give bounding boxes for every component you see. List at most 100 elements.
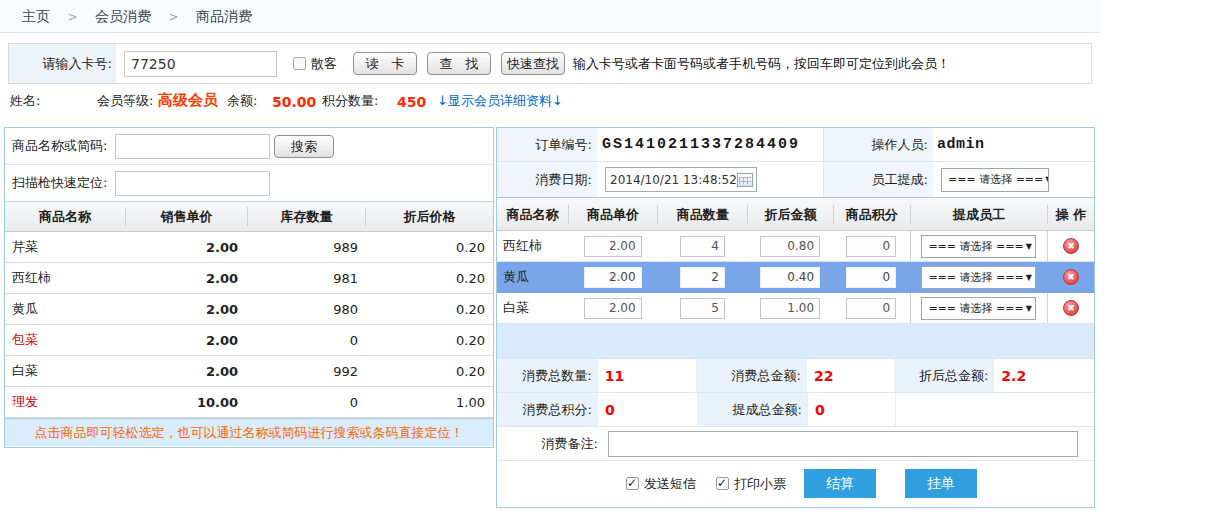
product-price: 2.00 (125, 333, 247, 348)
order-no-value: GS1410211337284409 (597, 136, 800, 153)
product-name: 理发 (5, 393, 125, 411)
product-table-header: 商品名称 销售单价 库存数量 折后价格 (5, 201, 493, 232)
item-amount-input[interactable] (760, 267, 820, 288)
col-amount: 折后金额 (747, 205, 833, 224)
total-amount-label: 消费总金额: (696, 359, 806, 392)
delete-item-icon[interactable]: ✖ (1063, 269, 1079, 285)
card-number-label: 请输入卡号: (9, 44, 116, 83)
member-level-value: 高级会员 (158, 91, 218, 110)
item-price-input[interactable] (584, 267, 642, 288)
order-panel: 订单编号: GS1410211337284409 操作人员: admin 消费日… (496, 127, 1095, 508)
product-name: 西红柿 (5, 269, 125, 287)
find-button[interactable]: 查 找 (427, 52, 491, 75)
product-name: 白菜 (5, 362, 125, 380)
product-row[interactable]: 理发 10.00 0 1.00 (5, 387, 493, 418)
col-action: 操 作 (1047, 205, 1094, 224)
scan-locate-input[interactable] (115, 171, 270, 196)
delete-item-icon[interactable]: ✖ (1063, 238, 1079, 254)
product-stock: 980 (247, 302, 365, 317)
item-name: 白菜 (497, 299, 568, 317)
product-discount-price: 0.20 (365, 333, 493, 348)
read-card-button[interactable]: 读 卡 (353, 52, 417, 75)
col-sale-price: 销售单价 (125, 207, 247, 226)
item-points-input[interactable] (846, 298, 896, 319)
product-list-panel: 商品名称或简码: 搜索 扫描枪快速定位: 商品名称 销售单价 库存数量 折后价格… (4, 127, 494, 448)
quick-find-button[interactable]: 快速查找 (501, 52, 565, 75)
card-search-box: 请输入卡号: 散客 读 卡 查 找 快速查找 输入卡号或者卡面号码或者手机号码，… (8, 43, 1092, 84)
total-commission-value: 0 (807, 393, 895, 426)
sms-checkbox[interactable] (626, 477, 639, 490)
product-stock: 0 (247, 395, 365, 410)
sms-label: 发送短信 (644, 475, 696, 493)
order-item-row[interactable]: 西红柿 === 请选择 ===▼ ✖ (497, 231, 1094, 262)
breadcrumb-product-consume[interactable]: 商品消费 (196, 8, 252, 24)
product-row[interactable]: 包菜 2.00 0 0.20 (5, 325, 493, 356)
item-staff-select[interactable]: === 请选择 ===▼ (921, 266, 1036, 289)
checkout-button[interactable]: 结算 (804, 469, 876, 498)
consume-date-label: 消费日期: (497, 162, 597, 197)
total-points-value: 0 (597, 393, 697, 426)
commission-label: 员工提成: (823, 162, 933, 197)
item-points-input[interactable] (846, 267, 896, 288)
breadcrumb-home[interactable]: 主页 (22, 8, 50, 24)
member-detail-link[interactable]: ↓显示会员详细资料↓ (437, 92, 563, 110)
item-qty-input[interactable] (680, 298, 725, 319)
card-search-hint: 输入卡号或者卡面号码或者手机号码，按回车即可定位到此会员！ (573, 55, 950, 73)
product-row[interactable]: 白菜 2.00 992 0.20 (5, 356, 493, 387)
member-balance-value: 50.00 (272, 94, 316, 110)
product-name: 包菜 (5, 331, 125, 349)
consume-date-input[interactable]: 2014/10/21 13:48:52 (605, 167, 757, 192)
calendar-icon[interactable] (737, 173, 753, 187)
note-label: 消费备注: (497, 435, 603, 453)
product-stock: 981 (247, 271, 365, 286)
guest-label: 散客 (311, 55, 337, 73)
delete-item-icon[interactable]: ✖ (1063, 300, 1079, 316)
product-search-label: 商品名称或简码: (5, 137, 110, 155)
print-label: 打印小票 (734, 475, 786, 493)
product-table-footnote: 点击商品即可轻松选定，也可以通过名称或简码进行搜索或条码直接定位！ (5, 418, 493, 446)
operator-label: 操作人员: (823, 128, 933, 161)
product-price: 10.00 (125, 395, 247, 410)
total-qty-label: 消费总数量: (497, 359, 597, 392)
total-qty-value: 11 (597, 359, 697, 392)
order-item-row[interactable]: 黄瓜 === 请选择 ===▼ ✖ (497, 262, 1094, 293)
item-amount-input[interactable] (760, 236, 820, 257)
item-staff-select[interactable]: === 请选择 ===▼ (921, 235, 1036, 258)
product-search-button[interactable]: 搜索 (274, 135, 334, 158)
product-row[interactable]: 西红柿 2.00 981 0.20 (5, 263, 493, 294)
print-checkbox[interactable] (716, 477, 729, 490)
product-price: 2.00 (125, 240, 247, 255)
item-amount-input[interactable] (760, 298, 820, 319)
item-qty-input[interactable] (680, 267, 725, 288)
hold-button[interactable]: 挂单 (905, 469, 977, 498)
member-name-label: 姓名: (10, 92, 40, 110)
item-points-input[interactable] (846, 236, 896, 257)
product-discount-price: 1.00 (365, 395, 493, 410)
item-staff-select[interactable]: === 请选择 ===▼ (921, 297, 1036, 320)
breadcrumb-member-consume[interactable]: 会员消费 (95, 8, 151, 24)
item-price-input[interactable] (584, 298, 642, 319)
note-input[interactable] (608, 431, 1078, 457)
total-discount-value: 2.2 (993, 359, 1094, 392)
item-name: 黄瓜 (497, 268, 568, 286)
product-name: 芹菜 (5, 238, 125, 256)
totals-empty-cell (895, 393, 1094, 426)
product-stock: 0 (247, 333, 365, 348)
item-qty-input[interactable] (680, 236, 725, 257)
product-stock: 989 (247, 240, 365, 255)
order-item-row[interactable]: 白菜 === 请选择 ===▼ ✖ (497, 293, 1094, 324)
product-discount-price: 0.20 (365, 364, 493, 379)
scan-locate-label: 扫描枪快速定位: (5, 174, 110, 192)
product-row[interactable]: 黄瓜 2.00 980 0.20 (5, 294, 493, 325)
total-commission-label: 提成总金额: (697, 393, 807, 426)
guest-checkbox[interactable] (293, 57, 306, 70)
product-row[interactable]: 芹菜 2.00 989 0.20 (5, 232, 493, 263)
product-search-input[interactable] (115, 134, 270, 159)
card-number-input[interactable] (124, 51, 277, 77)
col-staff: 提成员工 (910, 205, 1048, 224)
commission-select[interactable]: === 请选择 ===▼ (941, 168, 1049, 192)
product-price: 2.00 (125, 302, 247, 317)
member-level-label: 会员等级: (97, 92, 153, 110)
breadcrumb: 主页 > 会员消费 > 商品消费 (0, 0, 1100, 33)
item-price-input[interactable] (584, 236, 642, 257)
